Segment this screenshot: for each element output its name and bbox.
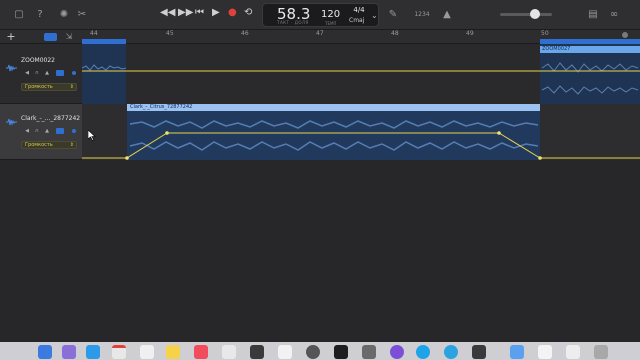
document-stack-icon[interactable] xyxy=(538,345,552,359)
track-header-toolbar: + ⇲ xyxy=(0,30,82,44)
automation-param-select[interactable]: Громкость ⇕ xyxy=(21,83,77,91)
help-icon[interactable]: ? xyxy=(33,8,47,22)
automation-point[interactable] xyxy=(497,131,501,135)
garageband-icon[interactable] xyxy=(222,345,236,359)
telegram-icon[interactable] xyxy=(444,345,458,359)
flex-icon[interactable] xyxy=(44,33,57,41)
audio-waveform-icon xyxy=(6,118,17,126)
record-button[interactable]: ● xyxy=(228,7,237,18)
track-lane-2[interactable]: Clark_-_Citrus_72877242 xyxy=(82,104,640,160)
flex-toggle-button[interactable] xyxy=(56,128,64,134)
audio-waveform-icon xyxy=(6,64,17,72)
ruler-bar-46: 46 xyxy=(241,30,249,37)
tracks-empty-area[interactable] xyxy=(82,160,640,342)
pencil-app-icon[interactable] xyxy=(472,345,486,359)
mute-icon[interactable]: ◀ xyxy=(23,70,31,76)
notepad-icon[interactable]: ▤ xyxy=(586,8,600,22)
count-in-counter[interactable]: 1234 xyxy=(412,8,432,22)
play-button[interactable]: ▶ xyxy=(212,7,220,18)
control-bar: ▢ ? ✺ ✂ ◀◀ ▶▶ ⏮ ▶ ● ⟲ 58.3 ТАКТ · ДОЛЯ 1… xyxy=(0,0,640,30)
key-signature[interactable]: Cmaj xyxy=(349,17,364,24)
terminal-icon[interactable] xyxy=(334,345,348,359)
master-volume-slider[interactable] xyxy=(500,13,552,16)
region-label[interactable]: Clark_-_Citrus_72877242 xyxy=(128,104,192,111)
viber-icon[interactable] xyxy=(390,345,404,359)
metronome-icon[interactable]: ▲ xyxy=(440,8,454,22)
mute-icon[interactable]: ◀ xyxy=(23,128,31,134)
input-monitor-icon[interactable]: ▲ xyxy=(43,70,51,76)
calendar-icon[interactable] xyxy=(112,345,126,359)
input-monitor-icon[interactable]: ▲ xyxy=(43,128,51,134)
record-enable-dot[interactable] xyxy=(72,71,76,75)
chatgpt-icon[interactable] xyxy=(306,345,320,359)
record-enable-dot[interactable] xyxy=(72,129,76,133)
skype-icon[interactable] xyxy=(416,345,430,359)
automation-param-label: Громкость xyxy=(25,84,53,90)
time-signature[interactable]: 4/4 xyxy=(351,6,367,14)
downloads-folder-icon[interactable] xyxy=(510,345,524,359)
finder-icon[interactable] xyxy=(38,345,52,359)
music-icon[interactable] xyxy=(194,345,208,359)
headphones-icon[interactable]: ∩ xyxy=(33,128,41,134)
ruler-bar-48: 48 xyxy=(391,30,399,37)
track-name[interactable]: ZOOM0022 xyxy=(21,57,55,64)
position-caption: ТАКТ · ДОЛЯ xyxy=(277,20,309,25)
ruler-menu-icon[interactable] xyxy=(622,32,628,38)
region-left-body[interactable] xyxy=(82,44,126,104)
lcd-display[interactable]: 58.3 ТАКТ · ДОЛЯ 120 ТЕМП 4/4 Cmaj ⌄ xyxy=(262,3,379,27)
smart-controls-icon[interactable]: ✺ xyxy=(57,8,71,22)
logic-pro-icon[interactable] xyxy=(250,345,264,359)
updown-arrow-icon: ⇕ xyxy=(69,84,74,90)
tempo-readout[interactable]: 120 xyxy=(321,9,340,20)
tuner-icon[interactable]: ✎ xyxy=(386,8,400,22)
region-clark-body[interactable] xyxy=(127,104,540,160)
ruler-bar-44: 44 xyxy=(90,30,98,37)
textedit-icon[interactable] xyxy=(278,345,292,359)
bar-ruler[interactable]: 44 45 46 47 48 49 50 xyxy=(82,30,640,44)
tempo-caption: ТЕМП xyxy=(325,21,337,26)
track-name[interactable]: Clark_-_..._2877242 xyxy=(21,115,80,122)
region-label[interactable]: ZOOM0027 xyxy=(540,46,570,53)
safari-icon[interactable] xyxy=(86,345,100,359)
trash-icon[interactable] xyxy=(594,345,608,359)
ruler-bar-47: 47 xyxy=(316,30,324,37)
add-track-icon[interactable]: + xyxy=(4,30,18,44)
launchpad-icon[interactable] xyxy=(62,345,76,359)
ruler-bar-49: 49 xyxy=(466,30,474,37)
editors-icon[interactable]: ✂ xyxy=(75,8,89,22)
track-header-empty-area xyxy=(0,160,82,342)
rewind-button[interactable]: ◀◀ xyxy=(160,7,175,18)
automation-param-label: Громкость xyxy=(25,142,53,148)
go-to-start-button[interactable]: ⏮ xyxy=(195,7,204,18)
track-header-2[interactable]: Clark_-_..._2877242 ◀ ∩ ▲ Громкость ⇕ xyxy=(0,104,82,160)
calculator-icon[interactable] xyxy=(362,345,376,359)
forward-button[interactable]: ▶▶ xyxy=(178,7,193,18)
spreadsheet-stack-icon[interactable] xyxy=(566,345,580,359)
ruler-bar-50: 50 xyxy=(541,30,549,37)
updown-arrow-icon: ⇕ xyxy=(69,142,74,148)
track-lane-1[interactable]: ZOOM0027 xyxy=(82,44,640,104)
ruler-bar-45: 45 xyxy=(166,30,174,37)
automation-point[interactable] xyxy=(165,131,169,135)
flex-toggle-button[interactable] xyxy=(56,70,64,76)
reminders-icon[interactable] xyxy=(140,345,154,359)
library-icon[interactable]: ▢ xyxy=(12,8,26,22)
catch-playhead-icon[interactable]: ⇲ xyxy=(62,30,76,44)
track-header-1[interactable]: ZOOM0022 ◀ ∩ ▲ Громкость ⇕ xyxy=(0,44,82,104)
notes-icon[interactable] xyxy=(166,345,180,359)
automation-param-select[interactable]: Громкость ⇕ xyxy=(21,141,77,149)
mouse-cursor-icon xyxy=(88,130,96,141)
macos-dock xyxy=(0,342,640,360)
chevron-down-icon[interactable]: ⌄ xyxy=(371,11,378,20)
loops-icon[interactable]: ∞ xyxy=(607,8,621,22)
cycle-icon[interactable]: ⟲ xyxy=(244,7,252,18)
master-volume-knob[interactable] xyxy=(530,9,540,19)
headphones-icon[interactable]: ∩ xyxy=(33,70,41,76)
